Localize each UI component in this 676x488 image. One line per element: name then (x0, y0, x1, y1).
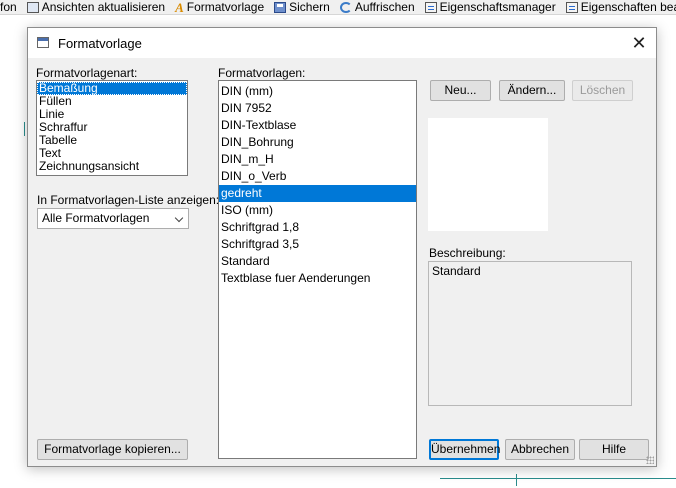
apply-button[interactable]: Übernehmen (429, 439, 500, 460)
toolbar-item-label: Eigenschaften bearbeiten (580, 0, 676, 14)
toolbar-item-save[interactable]: Sichern (274, 0, 330, 14)
refresh-icon (339, 1, 352, 13)
property-manager-icon (424, 1, 437, 13)
format-style-icon: A (175, 0, 184, 15)
help-button[interactable]: Hilfe (579, 439, 649, 460)
description-box: Standard (428, 261, 632, 406)
toolbar-item-label: Formatvorlage (186, 0, 265, 14)
change-button[interactable]: Ändern... (499, 80, 565, 101)
style-list-item[interactable]: DIN_m_H (219, 151, 416, 168)
close-icon: ✕ (631, 32, 647, 53)
toolbar-item-label: Sichern (289, 0, 330, 14)
toolbar-item-property-manager[interactable]: Eigenschaftsmanager (424, 0, 556, 14)
new-button[interactable]: Neu... (430, 80, 491, 101)
delete-button[interactable]: Löschen (572, 80, 633, 101)
resize-grip[interactable] (646, 456, 654, 464)
style-list-item[interactable]: gedreht (219, 185, 416, 202)
toolbar-item-refresh-views[interactable]: Ansichten aktualisieren (26, 0, 166, 14)
styles-listbox[interactable]: DIN (mm) DIN 7952 DIN-Textblase DIN_Bohrung… (218, 80, 417, 459)
dialog-title: Formatvorlage (58, 36, 142, 51)
show-in-list-label: In Formatvorlagen-Liste anzeigen: (37, 193, 220, 207)
edit-properties-icon (565, 1, 578, 13)
toolbar-item-partial-label: fon (0, 0, 17, 14)
styles-label: Formatvorlagen: (218, 66, 306, 80)
save-icon (274, 1, 287, 13)
format-style-dialog: Formatvorlage ✕ Formatvorlagenart: Bemaß… (27, 27, 657, 467)
toolbar-item-partial[interactable]: fon (0, 0, 17, 14)
style-list-item[interactable]: Textblase fuer Aenderungen (219, 270, 416, 287)
style-list-item[interactable]: Schriftgrad 1,8 (219, 219, 416, 236)
dialog-titlebar[interactable]: Formatvorlage ✕ (28, 28, 656, 58)
style-list-item[interactable]: DIN_o_Verb (219, 168, 416, 185)
toolbar-item-label: Auffrischen (354, 0, 415, 14)
style-list-item[interactable]: DIN_Bohrung (219, 134, 416, 151)
style-list-item[interactable]: Schriftgrad 3,5 (219, 236, 416, 253)
chevron-down-icon (174, 213, 184, 223)
style-list-item[interactable]: Standard (219, 253, 416, 270)
close-button[interactable]: ✕ (628, 32, 650, 54)
style-type-label: Formatvorlagenart: (36, 66, 138, 80)
refresh-views-icon (26, 1, 39, 13)
toolbar-item-edit-properties[interactable]: Eigenschaften bearbeiten (565, 0, 676, 14)
description-text: Standard (432, 264, 481, 278)
style-list-item[interactable]: DIN-Textblase (219, 117, 416, 134)
description-label: Beschreibung: (429, 246, 506, 260)
style-type-listbox[interactable]: Bemaßung Füllen Linie Schraffur Tabelle Text Z… (36, 80, 188, 176)
style-list-item[interactable]: ISO (mm) (219, 202, 416, 219)
dialog-window-icon (37, 37, 49, 48)
style-list-item[interactable]: DIN 7952 (219, 100, 416, 117)
toolbar-item-label: Eigenschaftsmanager (439, 0, 556, 14)
background-drawing-line (24, 122, 25, 136)
background-drawing-line (440, 478, 676, 479)
toolbar-item-label: Ansichten aktualisieren (41, 0, 166, 14)
show-in-list-value: Alle Formatvorlagen (42, 211, 150, 225)
top-toolbar: fon Ansichten aktualisieren A Formatvorl… (0, 0, 676, 15)
toolbar-item-format-style[interactable]: A Formatvorlage (175, 0, 264, 14)
cancel-button[interactable]: Abbrechen (505, 439, 575, 460)
show-in-list-dropdown[interactable]: Alle Formatvorlagen (37, 208, 189, 229)
copy-style-button[interactable]: Formatvorlage kopieren... (37, 439, 188, 460)
background-drawing-tick (516, 474, 517, 486)
style-list-item[interactable]: DIN (mm) (219, 83, 416, 100)
toolbar-item-refresh[interactable]: Auffrischen (339, 0, 415, 14)
style-preview (428, 118, 548, 231)
style-type-item[interactable]: Zeichnungsansicht (37, 160, 187, 173)
